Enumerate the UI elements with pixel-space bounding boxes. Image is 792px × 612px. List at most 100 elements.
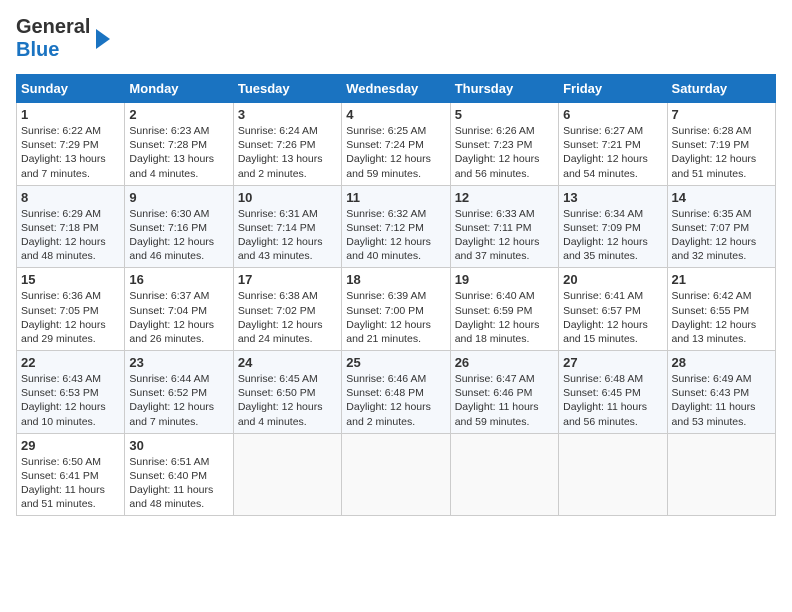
calendar-cell: 27Sunrise: 6:48 AMSunset: 6:45 PMDayligh… (559, 351, 667, 434)
day-number: 26 (455, 355, 554, 370)
calendar-cell: 2Sunrise: 6:23 AMSunset: 7:28 PMDaylight… (125, 103, 233, 186)
daylight-text: and 2 minutes. (238, 167, 337, 181)
daylight-text: Daylight: 12 hours (21, 318, 120, 332)
daylight-text: and 48 minutes. (129, 497, 228, 511)
daylight-text: and 51 minutes. (21, 497, 120, 511)
sunrise-text: Sunrise: 6:40 AM (455, 289, 554, 303)
sunset-text: Sunset: 7:28 PM (129, 138, 228, 152)
daylight-text: Daylight: 12 hours (563, 235, 662, 249)
logo-wordmark: General Blue (16, 16, 90, 62)
daylight-text: Daylight: 11 hours (21, 483, 120, 497)
daylight-text: Daylight: 12 hours (455, 235, 554, 249)
daylight-text: Daylight: 11 hours (672, 400, 771, 414)
daylight-text: Daylight: 11 hours (455, 400, 554, 414)
daylight-text: and 40 minutes. (346, 249, 445, 263)
daylight-text: Daylight: 13 hours (238, 152, 337, 166)
calendar-cell: 4Sunrise: 6:25 AMSunset: 7:24 PMDaylight… (342, 103, 450, 186)
sunrise-text: Sunrise: 6:32 AM (346, 207, 445, 221)
calendar-cell: 5Sunrise: 6:26 AMSunset: 7:23 PMDaylight… (450, 103, 558, 186)
sunrise-text: Sunrise: 6:31 AM (238, 207, 337, 221)
daylight-text: and 59 minutes. (346, 167, 445, 181)
daylight-text: and 56 minutes. (563, 415, 662, 429)
day-number: 3 (238, 107, 337, 122)
day-number: 7 (672, 107, 771, 122)
day-number: 6 (563, 107, 662, 122)
day-number: 1 (21, 107, 120, 122)
page-header: General Blue (16, 16, 776, 62)
calendar-cell: 24Sunrise: 6:45 AMSunset: 6:50 PMDayligh… (233, 351, 341, 434)
sunset-text: Sunset: 7:18 PM (21, 221, 120, 235)
sunrise-text: Sunrise: 6:30 AM (129, 207, 228, 221)
day-number: 17 (238, 272, 337, 287)
calendar-cell: 26Sunrise: 6:47 AMSunset: 6:46 PMDayligh… (450, 351, 558, 434)
calendar-cell: 20Sunrise: 6:41 AMSunset: 6:57 PMDayligh… (559, 268, 667, 351)
daylight-text: Daylight: 12 hours (672, 235, 771, 249)
sunrise-text: Sunrise: 6:37 AM (129, 289, 228, 303)
calendar-cell: 22 Sunrise: 6:43 AMSunset: 6:53 PMDayligh… (17, 351, 125, 434)
sunset-text: Sunset: 6:48 PM (346, 386, 445, 400)
daylight-text: and 7 minutes. (129, 415, 228, 429)
logo-general: General (16, 16, 90, 38)
calendar-cell: 12Sunrise: 6:33 AMSunset: 7:11 PMDayligh… (450, 185, 558, 268)
sunrise-text: Sunrise: 6:43 AM (21, 372, 120, 386)
daylight-text: Daylight: 12 hours (129, 235, 228, 249)
header-sunday: Sunday (17, 75, 125, 103)
daylight-text: and 4 minutes. (238, 415, 337, 429)
sunset-text: Sunset: 6:41 PM (21, 469, 120, 483)
day-number: 13 (563, 190, 662, 205)
day-number: 12 (455, 190, 554, 205)
daylight-text: and 59 minutes. (455, 415, 554, 429)
calendar-cell: 8Sunrise: 6:29 AMSunset: 7:18 PMDaylight… (17, 185, 125, 268)
header-friday: Friday (559, 75, 667, 103)
day-number: 21 (672, 272, 771, 287)
sunset-text: Sunset: 7:04 PM (129, 304, 228, 318)
calendar-cell: 15Sunrise: 6:36 AMSunset: 7:05 PMDayligh… (17, 268, 125, 351)
sunset-text: Sunset: 6:53 PM (21, 386, 120, 400)
sunset-text: Sunset: 6:43 PM (672, 386, 771, 400)
daylight-text: and 21 minutes. (346, 332, 445, 346)
sunrise-text: Sunrise: 6:50 AM (21, 455, 120, 469)
calendar-cell: 10Sunrise: 6:31 AMSunset: 7:14 PMDayligh… (233, 185, 341, 268)
daylight-text: and 32 minutes. (672, 249, 771, 263)
day-number: 20 (563, 272, 662, 287)
daylight-text: and 24 minutes. (238, 332, 337, 346)
daylight-text: and 13 minutes. (672, 332, 771, 346)
daylight-text: Daylight: 12 hours (21, 400, 120, 414)
daylight-text: Daylight: 12 hours (672, 318, 771, 332)
calendar-cell: 30Sunrise: 6:51 AMSunset: 6:40 PMDayligh… (125, 433, 233, 516)
daylight-text: Daylight: 12 hours (238, 400, 337, 414)
sunrise-text: Sunrise: 6:45 AM (238, 372, 337, 386)
sunrise-text: Sunrise: 6:41 AM (563, 289, 662, 303)
calendar-cell: 16 Sunrise: 6:37 AMSunset: 7:04 PMDayligh… (125, 268, 233, 351)
day-number: 2 (129, 107, 228, 122)
sunrise-text: Sunrise: 6:36 AM (21, 289, 120, 303)
daylight-text: and 7 minutes. (21, 167, 120, 181)
sunset-text: Sunset: 6:40 PM (129, 469, 228, 483)
sunrise-text: Sunrise: 6:44 AM (129, 372, 228, 386)
sunset-text: Sunset: 7:24 PM (346, 138, 445, 152)
sunset-text: Sunset: 6:55 PM (672, 304, 771, 318)
daylight-text: Daylight: 13 hours (129, 152, 228, 166)
day-number: 18 (346, 272, 445, 287)
daylight-text: Daylight: 12 hours (129, 318, 228, 332)
sunset-text: Sunset: 6:57 PM (563, 304, 662, 318)
daylight-text: and 15 minutes. (563, 332, 662, 346)
sunset-text: Sunset: 7:16 PM (129, 221, 228, 235)
daylight-text: Daylight: 12 hours (455, 318, 554, 332)
day-number: 16 (129, 272, 228, 287)
day-number: 8 (21, 190, 120, 205)
daylight-text: Daylight: 12 hours (346, 400, 445, 414)
header-thursday: Thursday (450, 75, 558, 103)
daylight-text: Daylight: 12 hours (346, 318, 445, 332)
day-number: 22 (21, 355, 120, 370)
header-saturday: Saturday (667, 75, 775, 103)
sunrise-text: Sunrise: 6:51 AM (129, 455, 228, 469)
daylight-text: and 46 minutes. (129, 249, 228, 263)
logo: General Blue (16, 16, 112, 62)
daylight-text: Daylight: 12 hours (563, 152, 662, 166)
daylight-text: and 54 minutes. (563, 167, 662, 181)
calendar-cell (342, 433, 450, 516)
day-number: 28 (672, 355, 771, 370)
sunrise-text: Sunrise: 6:38 AM (238, 289, 337, 303)
day-number: 30 (129, 438, 228, 453)
